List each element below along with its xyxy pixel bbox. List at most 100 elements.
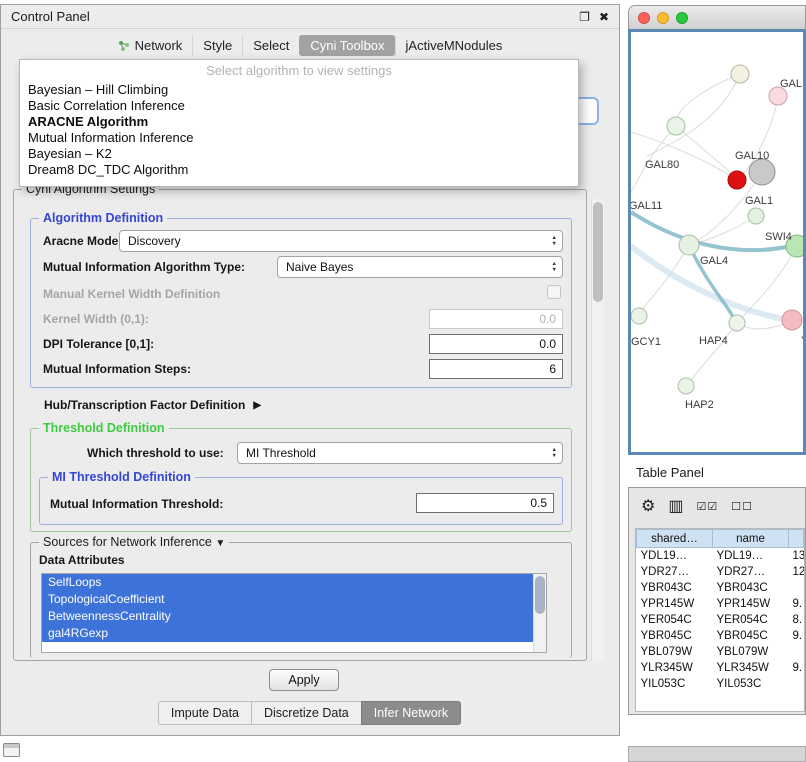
network-window-titlebar[interactable] (628, 5, 806, 29)
table-cell[interactable]: YBL079W (713, 644, 789, 660)
algorithm-option[interactable]: Bayesian – Hill Climbing (20, 82, 578, 98)
zoom-traffic-icon[interactable] (676, 12, 688, 24)
network-canvas[interactable]: GALGAL80GAL10GAL11GAL1SWI4GAL4GCY1HAP4YH… (628, 29, 806, 455)
settings-scrollbar[interactable] (591, 199, 604, 661)
close-icon[interactable]: ✖ (599, 10, 609, 24)
data-attribute-item[interactable]: TopologicalCoefficient (42, 591, 534, 608)
column-header-name[interactable]: name (713, 530, 789, 548)
node-table-body: YDL19…YDL19…13YDR27…YDR27…12YBR043CYBR04… (637, 548, 804, 692)
tab-style[interactable]: Style (192, 35, 242, 56)
column-header-shared[interactable]: shared… (637, 530, 713, 548)
data-attribute-item[interactable]: BetweennessCentrality (42, 608, 534, 625)
table-cell[interactable]: 9. (789, 628, 804, 644)
data-attribute-item[interactable]: gal4RGexp (42, 625, 534, 642)
minimize-traffic-icon[interactable] (657, 12, 669, 24)
float-window-icon[interactable]: ❐ (579, 10, 590, 24)
table-cell[interactable] (789, 676, 804, 692)
select-all-icon[interactable]: ☑☑ (696, 500, 718, 513)
dpi-tolerance-input[interactable]: 0.0 (429, 334, 563, 354)
table-row[interactable]: YLR345WYLR345W9. (637, 660, 804, 676)
network-node[interactable] (728, 171, 746, 189)
network-node[interactable] (731, 65, 749, 83)
table-cell[interactable]: 9. (789, 596, 804, 612)
sources-title[interactable]: Sources for Network Inference ▼ (39, 535, 229, 549)
network-node[interactable] (729, 315, 745, 331)
mi-threshold-input[interactable]: 0.5 (416, 493, 554, 513)
network-node[interactable] (679, 235, 699, 255)
column-header-clipped[interactable] (789, 530, 804, 548)
table-cell[interactable] (789, 580, 804, 596)
table-cell[interactable]: YBR043C (637, 580, 713, 596)
algorithm-option[interactable]: Dream8 DC_TDC Algorithm (20, 162, 578, 178)
network-node[interactable] (749, 159, 775, 185)
table-cell[interactable]: YDR27… (637, 564, 713, 580)
table-cell[interactable]: YLR345W (637, 660, 713, 676)
table-cell[interactable]: YLR345W (713, 660, 789, 676)
tab-network[interactable]: Network (108, 35, 193, 56)
gear-icon[interactable]: ⚙ (641, 496, 655, 516)
hub-tf-definition-toggle[interactable]: Hub/Transcription Factor Definition ▶ (44, 398, 261, 412)
table-cell[interactable]: YIL053C (713, 676, 789, 692)
table-row[interactable]: YER054CYER054C8. (637, 612, 804, 628)
table-row[interactable]: YBR045CYBR045C9. (637, 628, 804, 644)
algorithm-option[interactable]: Mutual Information Inference (20, 130, 578, 146)
table-cell[interactable]: YBL079W (637, 644, 713, 660)
apply-button[interactable]: Apply (269, 669, 339, 691)
network-node[interactable] (782, 310, 802, 330)
mi-steps-input[interactable]: 6 (429, 359, 563, 379)
table-cell[interactable]: YDL19… (713, 548, 789, 564)
table-cell[interactable] (789, 644, 804, 660)
mi-type-select[interactable]: Naive Bayes ▲▼ (277, 256, 563, 278)
network-node[interactable] (631, 308, 647, 324)
which-threshold-select[interactable]: MI Threshold ▲▼ (237, 442, 563, 464)
algorithm-option[interactable]: Bayesian – K2 (20, 146, 578, 162)
algorithm-option[interactable]: ARACNE Algorithm (20, 114, 578, 130)
tab-discretize-data[interactable]: Discretize Data (251, 701, 362, 725)
table-row[interactable]: YBR043CYBR043C (637, 580, 804, 596)
data-attribute-item[interactable]: SelfLoops (42, 574, 534, 591)
table-row[interactable]: YDL19…YDL19…13 (637, 548, 804, 564)
tab-select[interactable]: Select (242, 35, 299, 56)
table-cell[interactable]: YER054C (637, 612, 713, 628)
network-node[interactable] (748, 208, 764, 224)
table-cell[interactable]: YBR043C (713, 580, 789, 596)
network-edge[interactable] (693, 172, 762, 243)
aracne-mode-select[interactable]: Discovery ▲▼ (119, 230, 563, 252)
table-cell[interactable]: YIL053C (637, 676, 713, 692)
network-node[interactable] (667, 117, 685, 135)
table-cell[interactable]: 13 (789, 548, 804, 564)
table-cell[interactable]: YBR045C (713, 628, 789, 644)
table-cell[interactable]: YDR27… (713, 564, 789, 580)
control-panel-titlebar[interactable]: Control Panel ❐ ✖ (1, 5, 619, 29)
table-cell[interactable]: 8. (789, 612, 804, 628)
network-edge[interactable] (631, 132, 737, 180)
table-cell[interactable]: YDL19… (637, 548, 713, 564)
algorithm-option[interactable]: Basic Correlation Inference (20, 98, 578, 114)
table-row[interactable]: YDR27…YDR27…12 (637, 564, 804, 580)
table-cell[interactable]: YPR145W (713, 596, 789, 612)
network-edge[interactable] (693, 216, 756, 244)
data-attributes-list[interactable]: SelfLoopsTopologicalCoefficientBetweenne… (41, 573, 547, 653)
table-row[interactable]: YPR145WYPR145W9. (637, 596, 804, 612)
manual-kernel-checkbox[interactable] (547, 285, 561, 299)
window-title: Control Panel (11, 9, 90, 24)
network-node[interactable] (678, 378, 694, 394)
table-cell[interactable]: YER054C (713, 612, 789, 628)
table-cell[interactable]: YPR145W (637, 596, 713, 612)
minimized-panel-icon[interactable] (3, 743, 20, 757)
table-row[interactable]: YIL053CYIL053C (637, 676, 804, 692)
network-graph[interactable]: GALGAL80GAL10GAL11GAL1SWI4GAL4GCY1HAP4YH… (631, 32, 803, 455)
tab-jactivemnodules[interactable]: jActiveMNodules (395, 35, 513, 56)
table-cell[interactable]: 9. (789, 660, 804, 676)
dropdown-placeholder: Select algorithm to view settings (20, 60, 578, 82)
table-row[interactable]: YBL079WYBL079W (637, 644, 804, 660)
deselect-all-icon[interactable]: ☐☐ (731, 500, 753, 513)
close-traffic-icon[interactable] (638, 12, 650, 24)
tab-infer-network[interactable]: Infer Network (361, 701, 461, 725)
attribute-list-scrollbar[interactable] (533, 574, 546, 652)
table-cell[interactable]: YBR045C (637, 628, 713, 644)
tab-cyni-toolbox[interactable]: Cyni Toolbox (299, 35, 394, 56)
tab-impute-data[interactable]: Impute Data (158, 701, 252, 725)
table-cell[interactable]: 12 (789, 564, 804, 580)
columns-icon[interactable]: ▥ (668, 496, 683, 516)
